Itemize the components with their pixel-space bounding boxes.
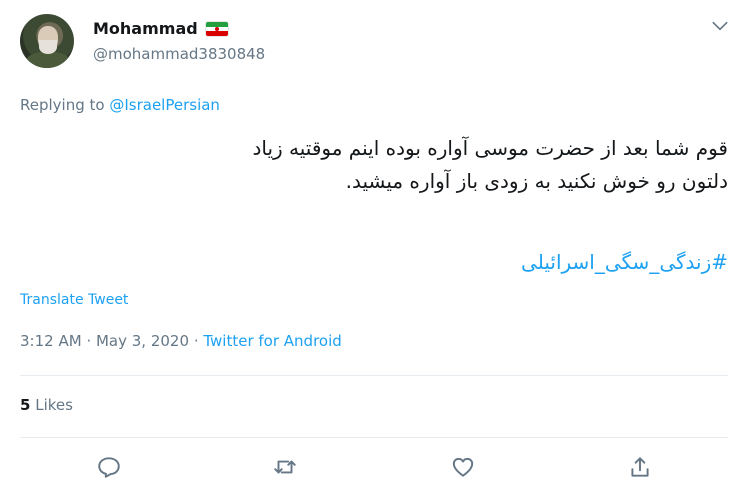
- divider: [20, 375, 728, 376]
- heart-icon[interactable]: [450, 454, 476, 480]
- tweet-date[interactable]: May 3, 2020: [96, 332, 189, 350]
- likes-label: Likes: [35, 396, 73, 414]
- divider: [20, 437, 728, 438]
- tweet-time[interactable]: 3:12 AM: [20, 332, 82, 350]
- meta-separator: ·: [193, 332, 204, 350]
- replying-to: Replying to @IsraelPersian: [20, 96, 220, 114]
- hashtag-link[interactable]: #زندگی_سگی_اسرائیلی: [20, 250, 728, 274]
- share-icon[interactable]: [627, 454, 653, 480]
- likes-count: 5: [20, 396, 31, 414]
- reply-icon[interactable]: [96, 454, 122, 480]
- avatar-beard: [39, 40, 57, 54]
- iran-flag-icon: [206, 22, 228, 36]
- likes-stat[interactable]: 5 Likes: [20, 396, 73, 414]
- tweet-metadata: 3:12 AM · May 3, 2020 · Twitter for Andr…: [20, 332, 342, 350]
- retweet-icon[interactable]: [272, 454, 298, 480]
- chevron-down-icon[interactable]: [710, 16, 730, 36]
- author-name[interactable]: Mohammad: [93, 19, 198, 38]
- action-bar: [0, 452, 748, 482]
- tweet-source-link[interactable]: Twitter for Android: [203, 332, 341, 350]
- replying-prefix: Replying to: [20, 96, 105, 114]
- tweet-text-line: دلتون رو خوش نکنید به زودی باز آواره میش…: [345, 169, 728, 193]
- tweet-text-line: قوم شما بعد از حضرت موسی آواره بوده اینم…: [252, 136, 728, 160]
- author-handle[interactable]: @mohammad3830848: [93, 45, 265, 63]
- meta-separator: ·: [86, 332, 96, 350]
- tweet-text: قوم شما بعد از حضرت موسی آواره بوده اینم…: [20, 132, 728, 198]
- avatar[interactable]: [20, 14, 74, 68]
- translate-tweet-link[interactable]: Translate Tweet: [20, 292, 128, 308]
- replying-to-link[interactable]: @IsraelPersian: [109, 96, 220, 114]
- avatar-uniform: [26, 52, 70, 68]
